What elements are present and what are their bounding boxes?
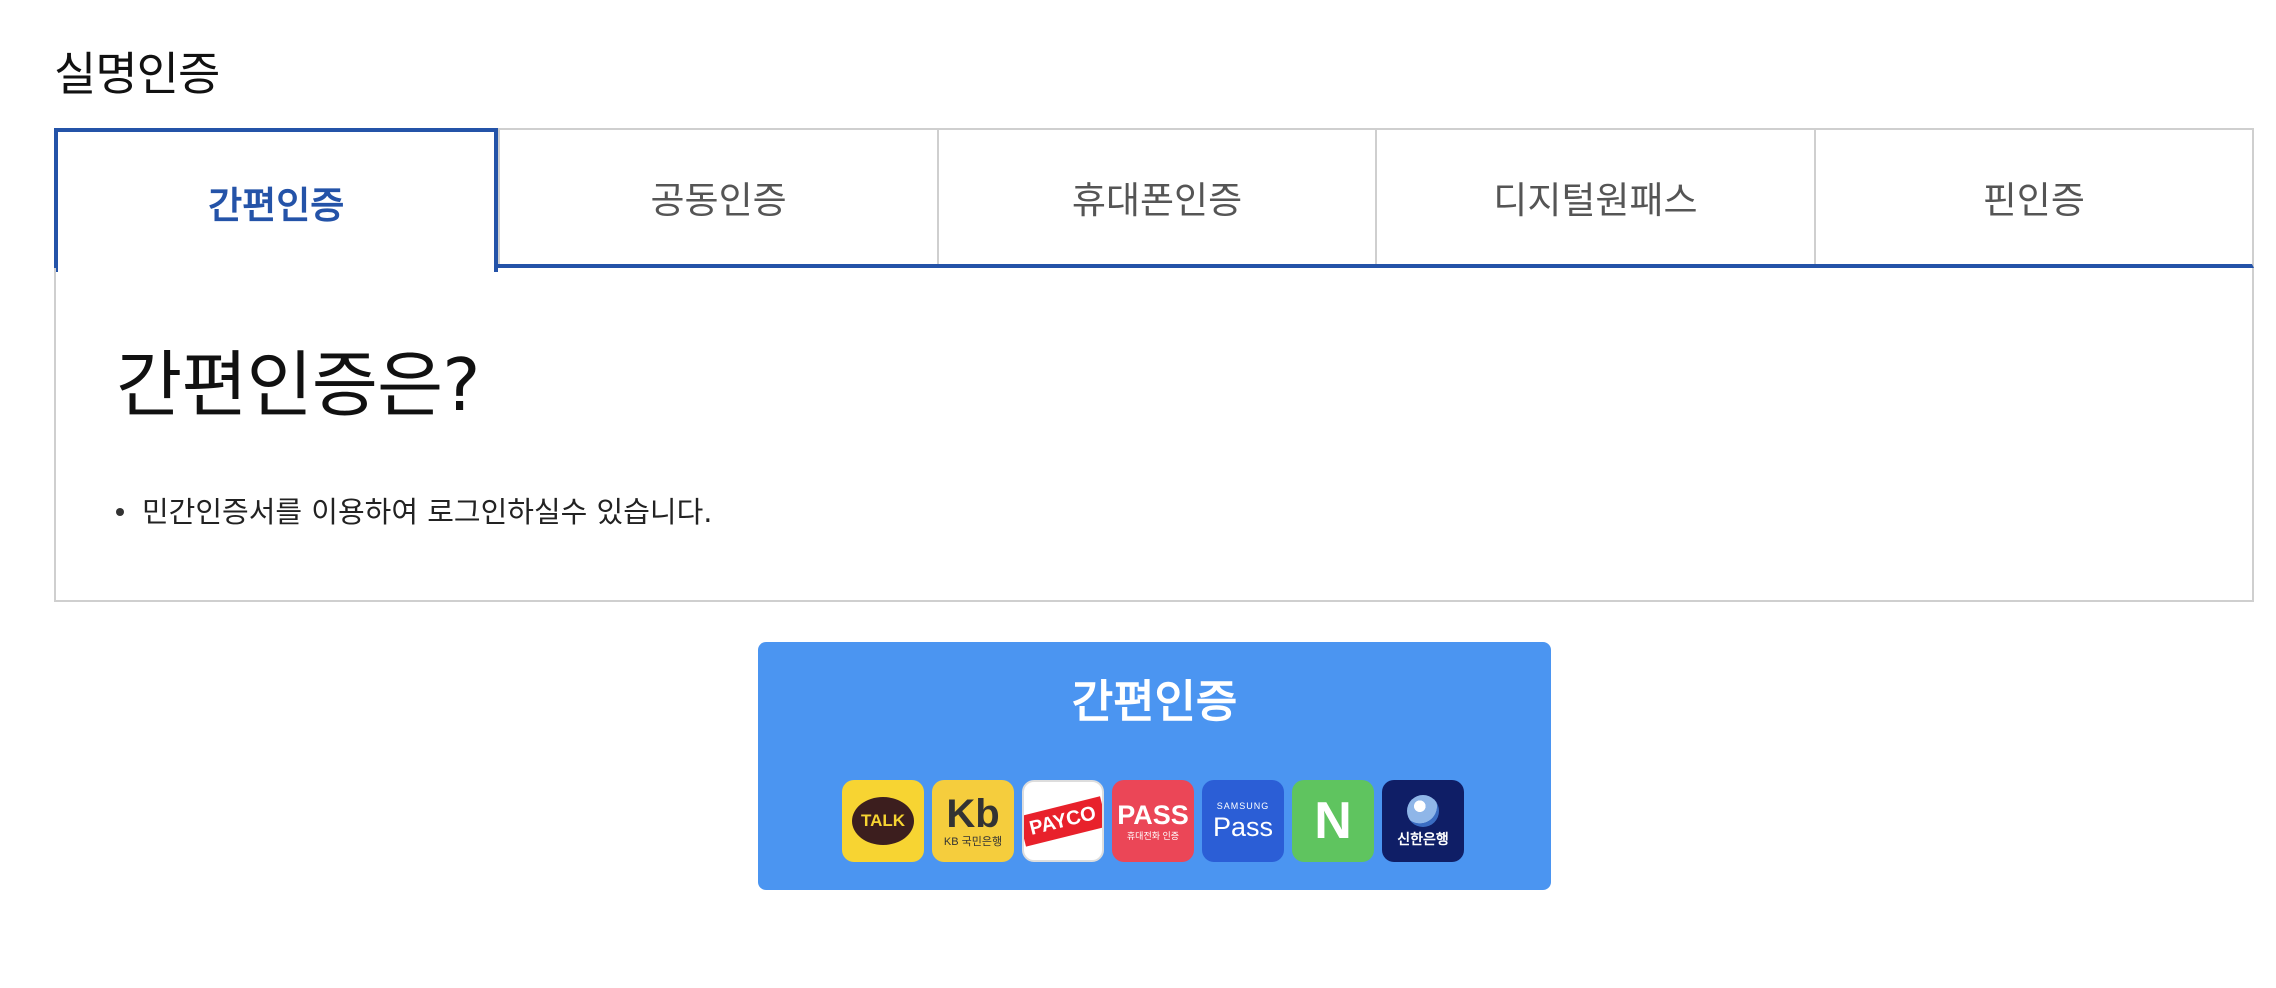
provider-icons: TALK Kb KB 국민은행 PAYCO PASS 휴대전화 인증 SAMSU… [842, 780, 1464, 862]
tab-mobile-phone-auth[interactable]: 휴대폰인증 [936, 130, 1375, 264]
payco-icon: PAYCO [1022, 780, 1104, 862]
panel-heading: 간편인증은? [116, 343, 480, 427]
tab-digital-onepass[interactable]: 디지털원패스 [1375, 130, 1813, 264]
kb-label: KB 국민은행 [943, 836, 1003, 848]
panel-description-list: 민간인증서를 이용하여 로그인하실수 있습니다. [116, 492, 712, 532]
shinhan-bank-icon: 신한은행 [1382, 780, 1464, 862]
pass-icon: PASS 휴대전화 인증 [1112, 780, 1194, 862]
tab-simple-auth[interactable]: 간편인증 [54, 128, 499, 272]
list-item-text: 민간인증서를 이용하여 로그인하실수 있습니다. [142, 495, 713, 529]
pass-sub-label: 휴대전화 인증 [1126, 831, 1180, 841]
samsung-pass-icon: SAMSUNG Pass [1202, 780, 1284, 862]
simple-auth-button-label: 간편인증 [1071, 675, 1238, 728]
pass-label: PASS [1117, 800, 1189, 830]
auth-method-tabs: 간편인증 공동인증 휴대폰인증 디지털원패스 핀인증 [54, 128, 2254, 272]
shinhan-label: 신한은행 [1397, 831, 1449, 847]
bullet-icon [116, 508, 124, 516]
samsung-pass-label: Pass [1212, 812, 1274, 842]
tab-joint-certificate[interactable]: 공동인증 [498, 130, 936, 264]
list-item: 민간인증서를 이용하여 로그인하실수 있습니다. [116, 492, 712, 532]
kakaotalk-label: TALK [852, 797, 914, 845]
naver-icon: N [1292, 780, 1374, 862]
samsung-label: SAMSUNG [1216, 801, 1270, 811]
kb-bank-icon: Kb KB 국민은행 [932, 780, 1014, 862]
page-title: 실명인증 [54, 47, 220, 101]
naver-label: N [1314, 792, 1352, 850]
tab-panel: 간편인증은? 민간인증서를 이용하여 로그인하실수 있습니다. [54, 268, 2254, 602]
shinhan-logo-icon [1407, 795, 1439, 827]
kb-mark: Kb [946, 792, 1000, 836]
kakaotalk-icon: TALK [842, 780, 924, 862]
simple-auth-button[interactable]: 간편인증 TALK Kb KB 국민은행 PAYCO PASS 휴대전화 인증 … [758, 642, 1551, 890]
tab-pin-auth[interactable]: 핀인증 [1813, 130, 2252, 264]
payco-label: PAYCO [1024, 795, 1102, 847]
